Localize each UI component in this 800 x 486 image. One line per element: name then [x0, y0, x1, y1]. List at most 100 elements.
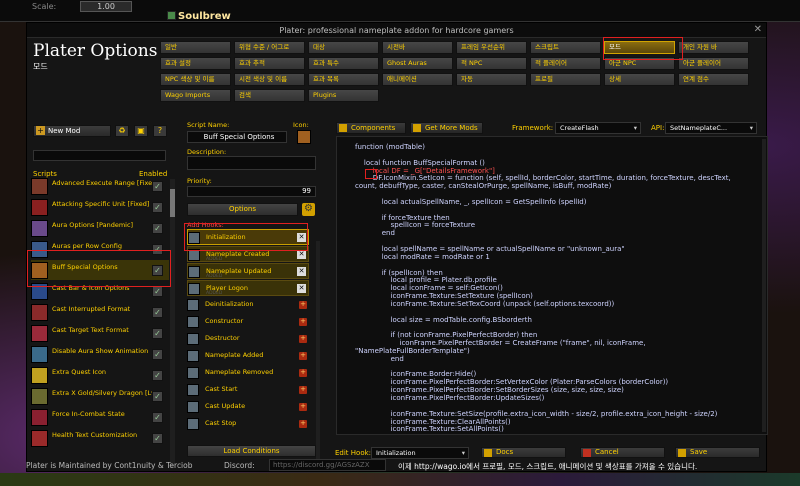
- tab-26[interactable]: Plugins: [308, 89, 379, 102]
- enabled-checkbox[interactable]: ✓: [152, 391, 163, 402]
- mod-list-item[interactable]: Aura Options [Pandemic] ✓: [31, 218, 169, 238]
- tab-mods[interactable]: 모드: [604, 41, 675, 54]
- add-hook-icon[interactable]: +: [299, 369, 307, 377]
- gear-icon[interactable]: ⚙: [302, 203, 315, 216]
- cancel-button[interactable]: Cancel: [580, 447, 665, 458]
- window-title-bar[interactable]: Plater: professional nameplate addon for…: [27, 23, 766, 38]
- hook-item[interactable]: Destructor +: [187, 331, 309, 347]
- enabled-checkbox[interactable]: ✓: [152, 370, 163, 381]
- enabled-checkbox[interactable]: ✓: [152, 349, 163, 360]
- hook-item[interactable]: Cast Stop +: [187, 416, 309, 432]
- enabled-checkbox[interactable]: ✓: [152, 412, 163, 423]
- add-hook-icon[interactable]: +: [299, 335, 307, 343]
- enabled-checkbox[interactable]: ✓: [152, 307, 163, 318]
- hook-item[interactable]: Deinitialization +: [187, 297, 309, 313]
- add-hook-icon[interactable]: +: [299, 352, 307, 360]
- load-conditions-button[interactable]: Load Conditions: [187, 445, 316, 457]
- hook-item[interactable]: Nameplate Updated ADDED ✕: [187, 263, 309, 279]
- mod-list-item[interactable]: Extra X Gold/Silvery Dragon [Lvl] ✓: [31, 386, 169, 406]
- tab-5[interactable]: 스크립트: [530, 41, 601, 54]
- enabled-checkbox[interactable]: ✓: [152, 433, 163, 444]
- close-icon[interactable]: ✕: [754, 24, 762, 35]
- tab-25[interactable]: 검색: [234, 89, 305, 102]
- hook-item[interactable]: Player Logon ADDED ✕: [187, 280, 309, 296]
- mod-list-item[interactable]: Cast Bar & Icon Options ✓: [31, 281, 169, 301]
- enabled-checkbox[interactable]: ✓: [152, 328, 163, 339]
- tab-0[interactable]: 일반: [160, 41, 231, 54]
- mod-list-item[interactable]: Cast Interrupted Format ✓: [31, 302, 169, 322]
- tab-9[interactable]: 효과 추적: [234, 57, 305, 70]
- enabled-checkbox[interactable]: ✓: [152, 223, 163, 234]
- scroll-thumb[interactable]: [170, 189, 175, 217]
- tab-23[interactable]: 연계 점수: [678, 73, 749, 86]
- tab-3[interactable]: 시전바: [382, 41, 453, 54]
- new-mod-button[interactable]: + New Mod: [33, 125, 111, 137]
- script-name-input[interactable]: Buff Special Options: [187, 131, 287, 143]
- code-scrollbar[interactable]: [762, 139, 766, 432]
- tab-17[interactable]: 시전 색상 및 이름: [234, 73, 305, 86]
- tab-13[interactable]: 적 플레이어: [530, 57, 601, 70]
- hook-list-scrollbar[interactable]: [316, 241, 320, 467]
- add-hook-icon[interactable]: +: [299, 318, 307, 326]
- remove-hook-icon[interactable]: ✕: [297, 284, 306, 293]
- hook-item[interactable]: Nameplate Created ADDED ✕: [187, 246, 309, 262]
- save-button[interactable]: Save: [675, 447, 760, 458]
- docs-button[interactable]: Docs: [481, 447, 566, 458]
- hook-item[interactable]: Cast Update +: [187, 399, 309, 415]
- tab-18[interactable]: 효과 목록: [308, 73, 379, 86]
- description-input[interactable]: [187, 156, 316, 170]
- mod-list-item[interactable]: Buff Special Options ✓: [31, 260, 169, 280]
- api-dropdown[interactable]: SetNameplateC... ▾: [665, 122, 757, 134]
- tab-12[interactable]: 적 NPC: [456, 57, 527, 70]
- tab-8[interactable]: 효과 설정: [160, 57, 231, 70]
- tab-20[interactable]: 자동: [456, 73, 527, 86]
- add-hook-icon[interactable]: +: [299, 301, 307, 309]
- get-more-mods-button[interactable]: Get More Mods: [410, 122, 483, 134]
- tab-22[interactable]: 상세: [604, 73, 675, 86]
- components-button[interactable]: Components: [336, 122, 406, 134]
- mod-list-item[interactable]: Advanced Execute Range [Fixed] ✓: [31, 176, 169, 196]
- mod-list-item[interactable]: Disable Aura Show Animation ✓: [31, 344, 169, 364]
- tab-2[interactable]: 대상: [308, 41, 379, 54]
- options-button[interactable]: Options: [187, 203, 298, 216]
- recycle-icon[interactable]: ♻: [115, 125, 129, 137]
- add-hook-icon[interactable]: +: [299, 386, 307, 394]
- remove-hook-icon[interactable]: ✕: [297, 267, 306, 276]
- remove-hook-icon[interactable]: ✕: [297, 233, 306, 242]
- hook-item[interactable]: Nameplate Removed +: [187, 365, 309, 381]
- tab-24[interactable]: Wago Imports: [160, 89, 231, 102]
- mod-list-item[interactable]: Force In-Combat State ✓: [31, 407, 169, 427]
- mod-list-item[interactable]: Attacking Specific Unit [Fixed] ✓: [31, 197, 169, 217]
- mod-list-scrollbar[interactable]: [170, 179, 175, 467]
- mod-list-item[interactable]: Extra Quest Icon ✓: [31, 365, 169, 385]
- enabled-checkbox[interactable]: ✓: [152, 286, 163, 297]
- tab-10[interactable]: 효과 특수: [308, 57, 379, 70]
- hook-item[interactable]: Cast Start +: [187, 382, 309, 398]
- tab-15[interactable]: 아군 플레이어: [678, 57, 749, 70]
- hook-item[interactable]: Nameplate Added +: [187, 348, 309, 364]
- tab-21[interactable]: 프로필: [530, 73, 601, 86]
- scale-input[interactable]: 1.00: [80, 1, 132, 12]
- tab-16[interactable]: NPC 색상 및 이름: [160, 73, 231, 86]
- priority-input[interactable]: 99: [187, 186, 316, 197]
- hook-item[interactable]: Constructor +: [187, 314, 309, 330]
- add-hook-icon[interactable]: +: [299, 420, 307, 428]
- tab-1[interactable]: 위협 수준 / 어그로: [234, 41, 305, 54]
- enabled-checkbox[interactable]: ✓: [152, 244, 163, 255]
- code-editor[interactable]: function (modTable) local function BuffS…: [336, 136, 768, 435]
- mod-list-item[interactable]: Auras per Row Config ✓: [31, 239, 169, 259]
- mod-list-item[interactable]: Cast Target Text Format ✓: [31, 323, 169, 343]
- tab-14[interactable]: 아군 NPC: [604, 57, 675, 70]
- mod-search-input[interactable]: [33, 150, 166, 161]
- add-hook-icon[interactable]: +: [299, 403, 307, 411]
- remove-hook-icon[interactable]: ✕: [297, 250, 306, 259]
- lock-icon[interactable]: ▣: [134, 125, 148, 137]
- code-text[interactable]: function (modTable) local function BuffS…: [355, 143, 760, 434]
- tab-7[interactable]: 개인 자원 바: [678, 41, 749, 54]
- tab-19[interactable]: 애니메이션: [382, 73, 453, 86]
- tab-11[interactable]: Ghost Auras: [382, 57, 453, 70]
- mod-list-item[interactable]: Health Text Customization ✓: [31, 428, 169, 448]
- framework-dropdown[interactable]: CreateFlash ▾: [555, 122, 641, 134]
- script-icon[interactable]: [297, 130, 311, 144]
- tab-4[interactable]: 프레임 우선순위: [456, 41, 527, 54]
